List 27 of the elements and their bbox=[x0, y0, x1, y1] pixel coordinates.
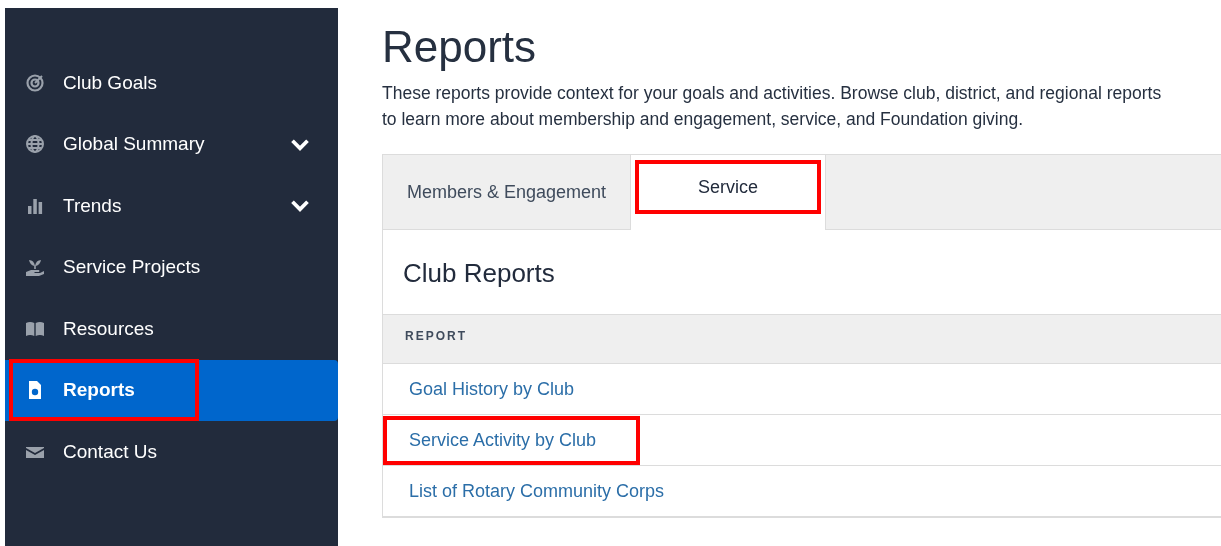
nav-item[interactable]: Club Goals bbox=[5, 52, 338, 114]
chevron-down-icon[interactable] bbox=[290, 198, 310, 214]
nav-item[interactable]: Contact Us bbox=[5, 421, 338, 483]
report-link[interactable]: Service Activity by Club bbox=[383, 415, 641, 465]
nav-label: Trends bbox=[63, 194, 122, 217]
page-description: These reports provide context for your goals and activities. Browse club, district, and regional reports to learn more about membership and engagement, service, and Foundation giving. bbox=[382, 82, 1163, 131]
nav-item[interactable]: Resources bbox=[5, 298, 338, 360]
column-header: REPORT bbox=[405, 329, 467, 343]
nav-item[interactable]: Service Projects bbox=[5, 236, 338, 298]
tab[interactable]: Service bbox=[630, 155, 827, 230]
nav-item[interactable]: Global Summary bbox=[5, 113, 338, 175]
page-title: Reports bbox=[382, 22, 538, 72]
nav-label: Reports bbox=[63, 379, 135, 402]
tab-label: Members & Engagement bbox=[406, 180, 608, 204]
nav-label: Global Summary bbox=[63, 133, 205, 156]
report-link[interactable]: List of Rotary Community Corps bbox=[383, 466, 709, 516]
globe-icon bbox=[25, 134, 45, 155]
nav-item[interactable]: Trends bbox=[5, 175, 338, 237]
nav-label: Club Goals bbox=[63, 71, 157, 94]
nav-label: Contact Us bbox=[63, 440, 157, 463]
report-link[interactable]: Goal History by Club bbox=[383, 364, 619, 414]
nav-item[interactable]: Reports bbox=[5, 359, 338, 421]
tab-label: Service bbox=[635, 160, 822, 214]
nav-label: Resources bbox=[63, 317, 154, 340]
nav-label: Service Projects bbox=[63, 256, 201, 279]
plant-hand-icon bbox=[25, 257, 45, 278]
target-icon bbox=[25, 72, 45, 93]
